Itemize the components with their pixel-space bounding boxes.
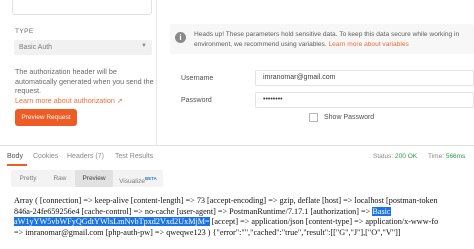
status-value: 200 OK [395, 153, 418, 160]
tab-cookies[interactable]: Cookies [33, 153, 58, 160]
chevron-down-icon: ▼ [141, 43, 147, 49]
visualize-label: Visualize [119, 178, 145, 186]
time-value: 566ms [445, 153, 466, 160]
preview-request-button[interactable]: Preview Request [15, 109, 77, 126]
notice-line-2: environment, we recommend using variable… [194, 41, 327, 48]
tab-headers[interactable]: Headers (7) [67, 153, 104, 160]
password-label: Password [181, 97, 212, 104]
learn-more-variables-link[interactable]: Learn more about variables [329, 41, 409, 48]
view-mode-tabs: Pretty Raw Preview VisualizeBETA [11, 170, 163, 187]
notice-line-1: Heads up! These parameters hold sensitiv… [194, 31, 460, 38]
password-input[interactable]: •••••••• [255, 92, 474, 108]
body-line-4: => imranomar@gmail.com [php-auth-pw] => … [14, 227, 401, 237]
show-password-checkbox[interactable] [309, 113, 318, 122]
body-line-2-text: 846a-24fe659256e4 [cache-control] => no-… [14, 206, 373, 216]
column-divider [156, 0, 157, 145]
time-indicator: Time: 566ms [428, 153, 465, 160]
view-tab-raw[interactable]: Raw [45, 170, 75, 187]
selected-text: aW1yYW5vbWFyQGdtYWlsLmNvbTpxd2Vxd2UxMjM= [14, 217, 210, 226]
body-line-2: 846a-24fe659256e4 [cache-control] => no-… [14, 206, 474, 218]
auth-type-column: TYPE Basic Auth ▼ The authorization head… [0, 0, 156, 145]
auth-help-text: The authorization header will be automat… [15, 67, 155, 105]
response-body-preview[interactable]: Array ( [connection] => keep-alive [cont… [14, 196, 474, 238]
help-line-1: The authorization header will be [15, 67, 117, 76]
help-line-2: automatically generated when you send th… [15, 76, 154, 86]
tab-body[interactable]: Body [7, 153, 23, 160]
time-label: Time: [428, 153, 445, 160]
help-line-3: request. [15, 86, 41, 95]
beta-badge: BETA [144, 176, 157, 181]
authorization-panel: TYPE Basic Auth ▼ The authorization head… [0, 0, 474, 145]
selected-text: Basic [372, 206, 391, 216]
body-line-1: Array ( [connection] => keep-alive [cont… [14, 196, 438, 205]
tab-test-results[interactable]: Test Results [115, 153, 153, 160]
info-icon: i [175, 32, 186, 43]
view-tab-pretty[interactable]: Pretty [11, 170, 45, 187]
description-field[interactable] [12, 0, 152, 15]
view-tab-visualize[interactable]: VisualizeBETA [113, 170, 163, 187]
external-link-icon: ↗ [116, 95, 123, 105]
show-password-label: Show Password [324, 114, 375, 121]
active-tab-indicator [7, 164, 27, 166]
sensitive-data-notice: i Heads up! These parameters hold sensit… [170, 24, 474, 54]
response-divider [0, 145, 474, 146]
type-label: TYPE [15, 28, 34, 35]
body-line-3: aW1yYW5vbWFyQGdtYWlsLmNvbTpxd2Vxd2UxMjM=… [14, 217, 474, 228]
view-tab-preview[interactable]: Preview [75, 170, 113, 187]
status-indicator: Status: 200 OK [373, 153, 417, 160]
learn-more-authorization-link[interactable]: Learn more about authorization [15, 96, 115, 105]
auth-type-value: Basic Auth [19, 44, 53, 51]
auth-type-select[interactable]: Basic Auth ▼ [14, 40, 152, 55]
response-tabs: Body Cookies Headers (7) Test Results St… [0, 148, 474, 166]
body-line-3-text: [accept] => application/json [content-ty… [209, 217, 439, 226]
username-input[interactable]: imranomar@gmail.com [255, 70, 474, 86]
status-label: Status: [373, 153, 394, 160]
username-label: Username [181, 75, 214, 82]
